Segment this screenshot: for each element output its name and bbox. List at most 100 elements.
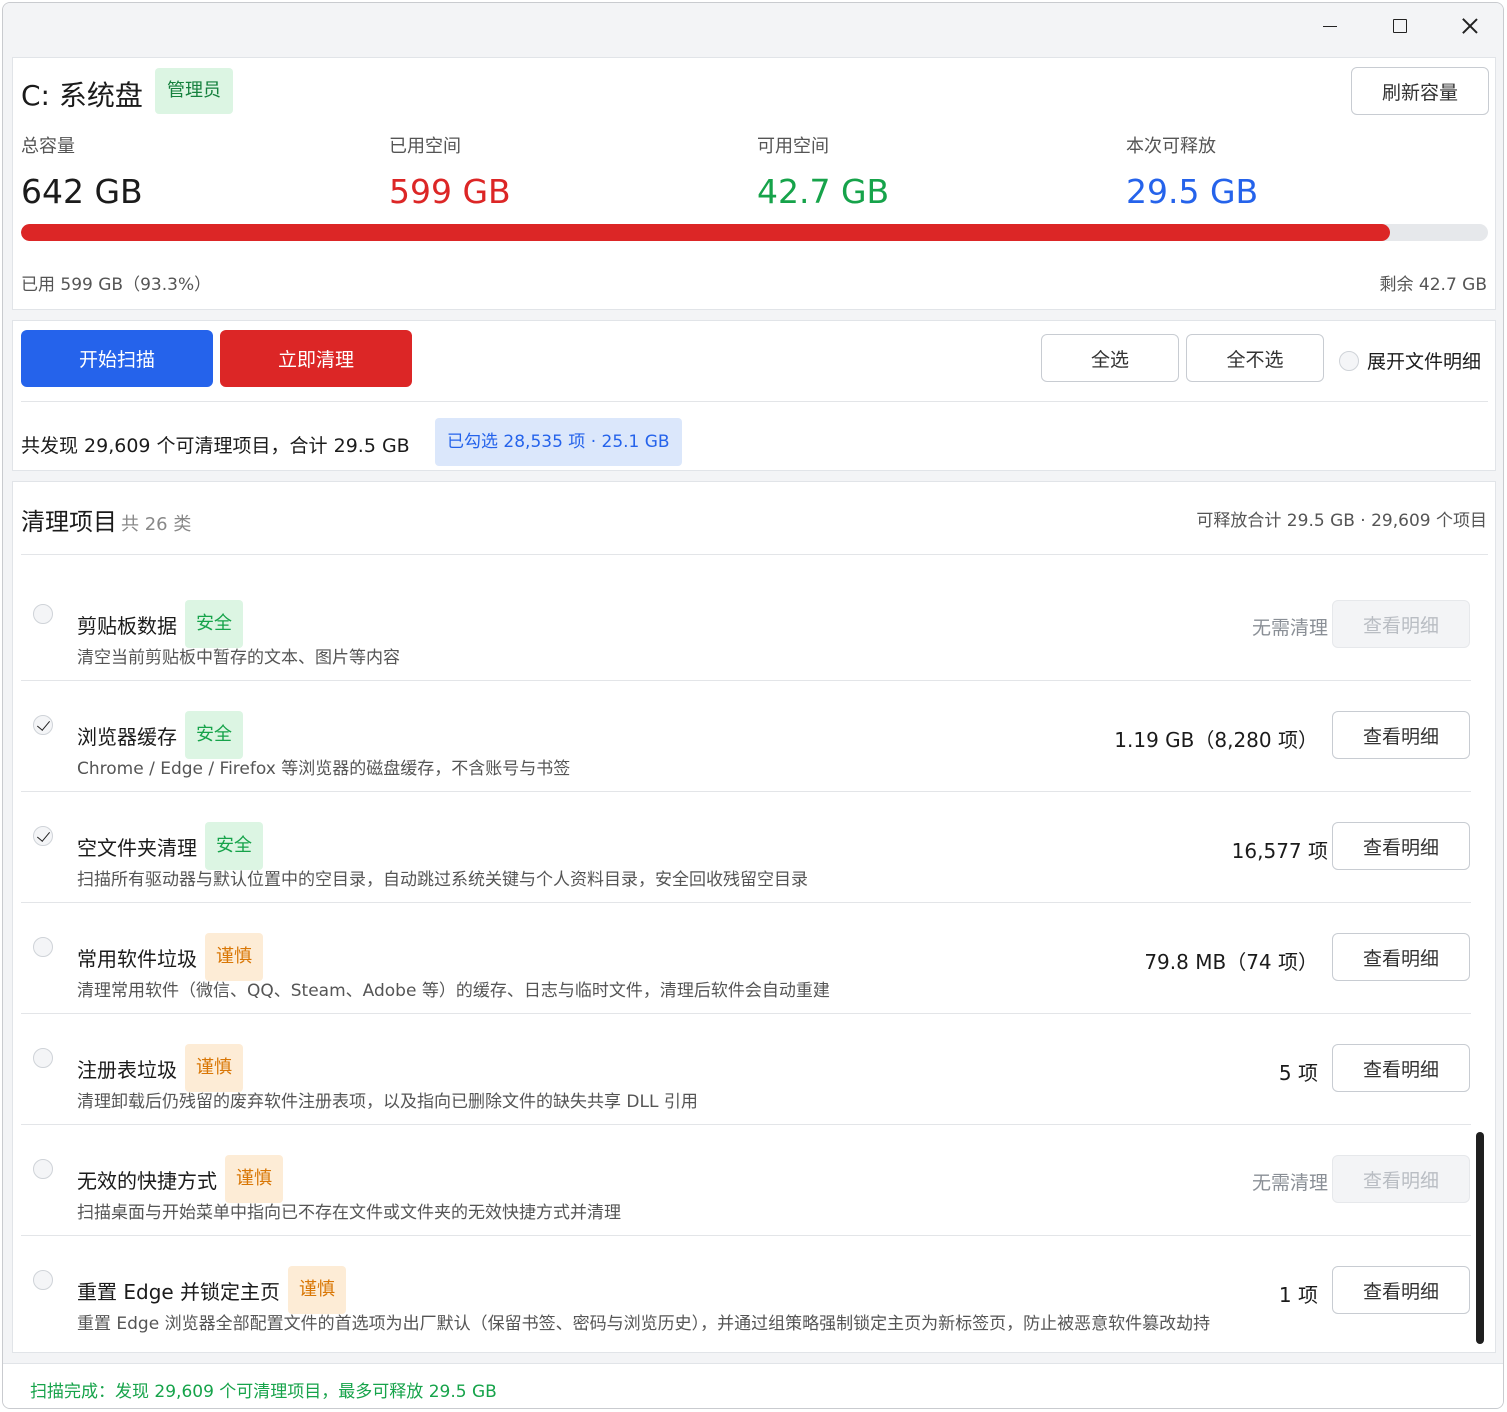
- stat-release-value: 29.5 GB: [1126, 172, 1259, 211]
- stat-total-value: 642 GB: [21, 172, 143, 211]
- select-none-button[interactable]: 全不选: [1186, 334, 1324, 382]
- item-amount: 1.19 GB（8,280 项）: [1114, 728, 1318, 752]
- item-name-text: 无效的快捷方式: [77, 1168, 217, 1193]
- item-amount: 79.8 MB（74 项）: [1144, 950, 1318, 974]
- list-title-text: 清理项目: [21, 508, 117, 536]
- item-description: 清理卸载后仍残留的废弃软件注册表项，以及指向已删除文件的缺失共享 DLL 引用: [77, 1092, 698, 1112]
- expand-details-radio[interactable]: [1339, 350, 1359, 371]
- view-details-button[interactable]: 查看明细: [1332, 600, 1470, 648]
- list-item-registry-junk: 注册表垃圾 谨慎 清理卸载后仍残留的废弃软件注册表项，以及指向已删除文件的缺失共…: [21, 1014, 1471, 1125]
- usage-bar: [21, 224, 1488, 241]
- app-window: C: 系统盘 管理员 刷新容量 总容量 642 GB 已用空间 599 GB 可…: [2, 2, 1504, 1409]
- item-checkbox[interactable]: [33, 1159, 53, 1179]
- action-panel: 开始扫描 立即清理 全选 全不选 展开文件明细 共发现 29,609 个可清理项…: [12, 320, 1496, 471]
- item-amount: 无需清理: [1251, 1172, 1328, 1194]
- item-name-text: 常用软件垃圾: [77, 946, 197, 971]
- item-name: 无效的快捷方式 谨慎: [77, 1155, 283, 1203]
- status-bar: 扫描完成：发现 29,609 个可清理项目，最多可释放 29.5 GB: [3, 1363, 1503, 1408]
- found-summary: 共发现 29,609 个可清理项目，合计 29.5 GB: [21, 435, 410, 457]
- admin-badge: 管理员: [155, 68, 233, 114]
- start-scan-button[interactable]: 开始扫描: [21, 330, 213, 387]
- item-checkbox[interactable]: [33, 1270, 53, 1290]
- list-summary: 可释放合计 29.5 GB · 29,609 个项目: [1196, 511, 1487, 531]
- item-safety-tag: 安全: [205, 822, 263, 870]
- list-item-empty-folders: 空文件夹清理 安全 扫描所有驱动器与默认位置中的空目录，自动跳过系统关键与个人资…: [21, 792, 1471, 903]
- stat-total: 总容量 642 GB: [21, 132, 143, 211]
- item-name-text: 剪贴板数据: [77, 613, 177, 638]
- item-description: 扫描所有驱动器与默认位置中的空目录，自动跳过系统关键与个人资料目录，安全回收残留…: [77, 870, 808, 890]
- view-details-button[interactable]: 查看明细: [1332, 1266, 1470, 1314]
- item-checkbox[interactable]: [33, 1048, 53, 1068]
- minimize-icon: [1323, 25, 1337, 27]
- stat-free: 可用空间 42.7 GB: [757, 132, 889, 211]
- view-details-button[interactable]: 查看明细: [1332, 1155, 1470, 1203]
- view-details-button[interactable]: 查看明细: [1332, 822, 1470, 870]
- list-scrollbar-thumb[interactable]: [1476, 1132, 1484, 1344]
- item-name: 浏览器缓存 安全: [77, 711, 243, 759]
- expand-details-label: 展开文件明细: [1367, 351, 1482, 373]
- drive-info-panel: C: 系统盘 管理员 刷新容量 总容量 642 GB 已用空间 599 GB 可…: [12, 57, 1496, 310]
- status-text: 扫描完成：发现 29,609 个可清理项目，最多可释放 29.5 GB: [30, 1382, 497, 1402]
- stat-release: 本次可释放 29.5 GB: [1126, 132, 1258, 211]
- used-text: 已用 599 GB（93.3%）: [21, 275, 212, 295]
- cleanup-list[interactable]: 剪贴板数据 安全 清空当前剪贴板中暂存的文本、图片等内容 无需清理 查看明细 浏…: [21, 564, 1481, 1349]
- item-name: 剪贴板数据 安全: [77, 600, 243, 648]
- view-details-button[interactable]: 查看明细: [1332, 1044, 1470, 1092]
- view-details-button[interactable]: 查看明细: [1332, 711, 1470, 759]
- refresh-capacity-button[interactable]: 刷新容量: [1351, 67, 1489, 115]
- title-bar: [3, 3, 1503, 49]
- list-item-reset-edge: 重置 Edge 并锁定主页 谨慎 重置 Edge 浏览器全部配置文件的首选项为出…: [21, 1236, 1471, 1347]
- stat-used: 已用空间 599 GB: [389, 132, 511, 211]
- item-safety-tag: 谨慎: [288, 1266, 347, 1314]
- item-name: 空文件夹清理 安全: [77, 822, 263, 870]
- usage-bar-fill: [21, 224, 1390, 241]
- action-divider: [21, 401, 1488, 402]
- item-safety-tag: 安全: [185, 600, 243, 648]
- item-amount: 1 项: [1278, 1283, 1318, 1307]
- close-icon: [1462, 18, 1478, 34]
- maximize-icon: [1393, 19, 1407, 33]
- item-checkbox[interactable]: [33, 826, 53, 846]
- maximize-button[interactable]: [1365, 3, 1435, 49]
- item-name-text: 空文件夹清理: [77, 835, 197, 860]
- remaining-text: 剩余 42.7 GB: [1379, 275, 1488, 295]
- drive-title: C: 系统盘: [21, 79, 143, 112]
- item-name-text: 浏览器缓存: [77, 724, 177, 749]
- item-checkbox[interactable]: [33, 937, 53, 957]
- item-amount: 5 项: [1278, 1061, 1318, 1085]
- list-item-clipboard: 剪贴板数据 安全 清空当前剪贴板中暂存的文本、图片等内容 无需清理 查看明细: [21, 570, 1471, 681]
- list-item-software-junk: 常用软件垃圾 谨慎 清理常用软件（微信、QQ、Steam、Adobe 等）的缓存…: [21, 903, 1471, 1014]
- stat-total-label: 总容量: [21, 136, 75, 157]
- list-header-divider: [21, 554, 1488, 555]
- view-details-button[interactable]: 查看明细: [1332, 933, 1470, 981]
- stat-used-value: 599 GB: [389, 172, 511, 211]
- item-checkbox[interactable]: [33, 604, 53, 624]
- item-name: 重置 Edge 并锁定主页 谨慎: [77, 1266, 347, 1314]
- item-name-text: 重置 Edge 并锁定主页: [77, 1279, 281, 1304]
- close-button[interactable]: [1435, 3, 1503, 49]
- item-description: Chrome / Edge / Firefox 等浏览器的磁盘缓存，不含账号与书…: [77, 759, 571, 779]
- list-item-invalid-shortcuts: 无效的快捷方式 谨慎 扫描桌面与开始菜单中指向已不存在文件或文件夹的无效快捷方式…: [21, 1125, 1471, 1236]
- item-amount: 无需清理: [1251, 617, 1328, 639]
- select-all-button[interactable]: 全选: [1041, 334, 1179, 382]
- item-name: 常用软件垃圾 谨慎: [77, 933, 263, 981]
- item-description: 扫描桌面与开始菜单中指向已不存在文件或文件夹的无效快捷方式并清理: [77, 1203, 621, 1223]
- clean-now-button[interactable]: 立即清理: [220, 330, 412, 387]
- item-safety-tag: 安全: [185, 711, 243, 759]
- expand-details-toggle[interactable]: 展开文件明细: [1339, 347, 1481, 374]
- minimize-button[interactable]: [1295, 3, 1365, 49]
- item-description: 清理常用软件（微信、QQ、Steam、Adobe 等）的缓存、日志与临时文件，清…: [77, 981, 830, 1001]
- item-safety-tag: 谨慎: [225, 1155, 283, 1203]
- item-safety-tag: 谨慎: [205, 933, 263, 981]
- stat-used-label: 已用空间: [389, 136, 461, 157]
- item-checkbox[interactable]: [33, 715, 53, 735]
- list-item-browser-cache: 浏览器缓存 安全 Chrome / Edge / Firefox 等浏览器的磁盘…: [21, 681, 1471, 792]
- item-description: 重置 Edge 浏览器全部配置文件的首选项为出厂默认（保留书签、密码与浏览历史）…: [77, 1314, 1211, 1334]
- selected-badge: 已勾选 28,535 项 · 25.1 GB: [435, 418, 682, 466]
- item-description: 清空当前剪贴板中暂存的文本、图片等内容: [77, 648, 400, 668]
- cleanup-list-panel: 清理项目共 26 类 可释放合计 29.5 GB · 29,609 个项目 剪贴…: [12, 481, 1496, 1353]
- item-safety-tag: 谨慎: [185, 1044, 243, 1092]
- item-name-text: 注册表垃圾: [77, 1057, 177, 1082]
- list-title: 清理项目共 26 类: [21, 502, 191, 537]
- stat-free-value: 42.7 GB: [757, 172, 890, 211]
